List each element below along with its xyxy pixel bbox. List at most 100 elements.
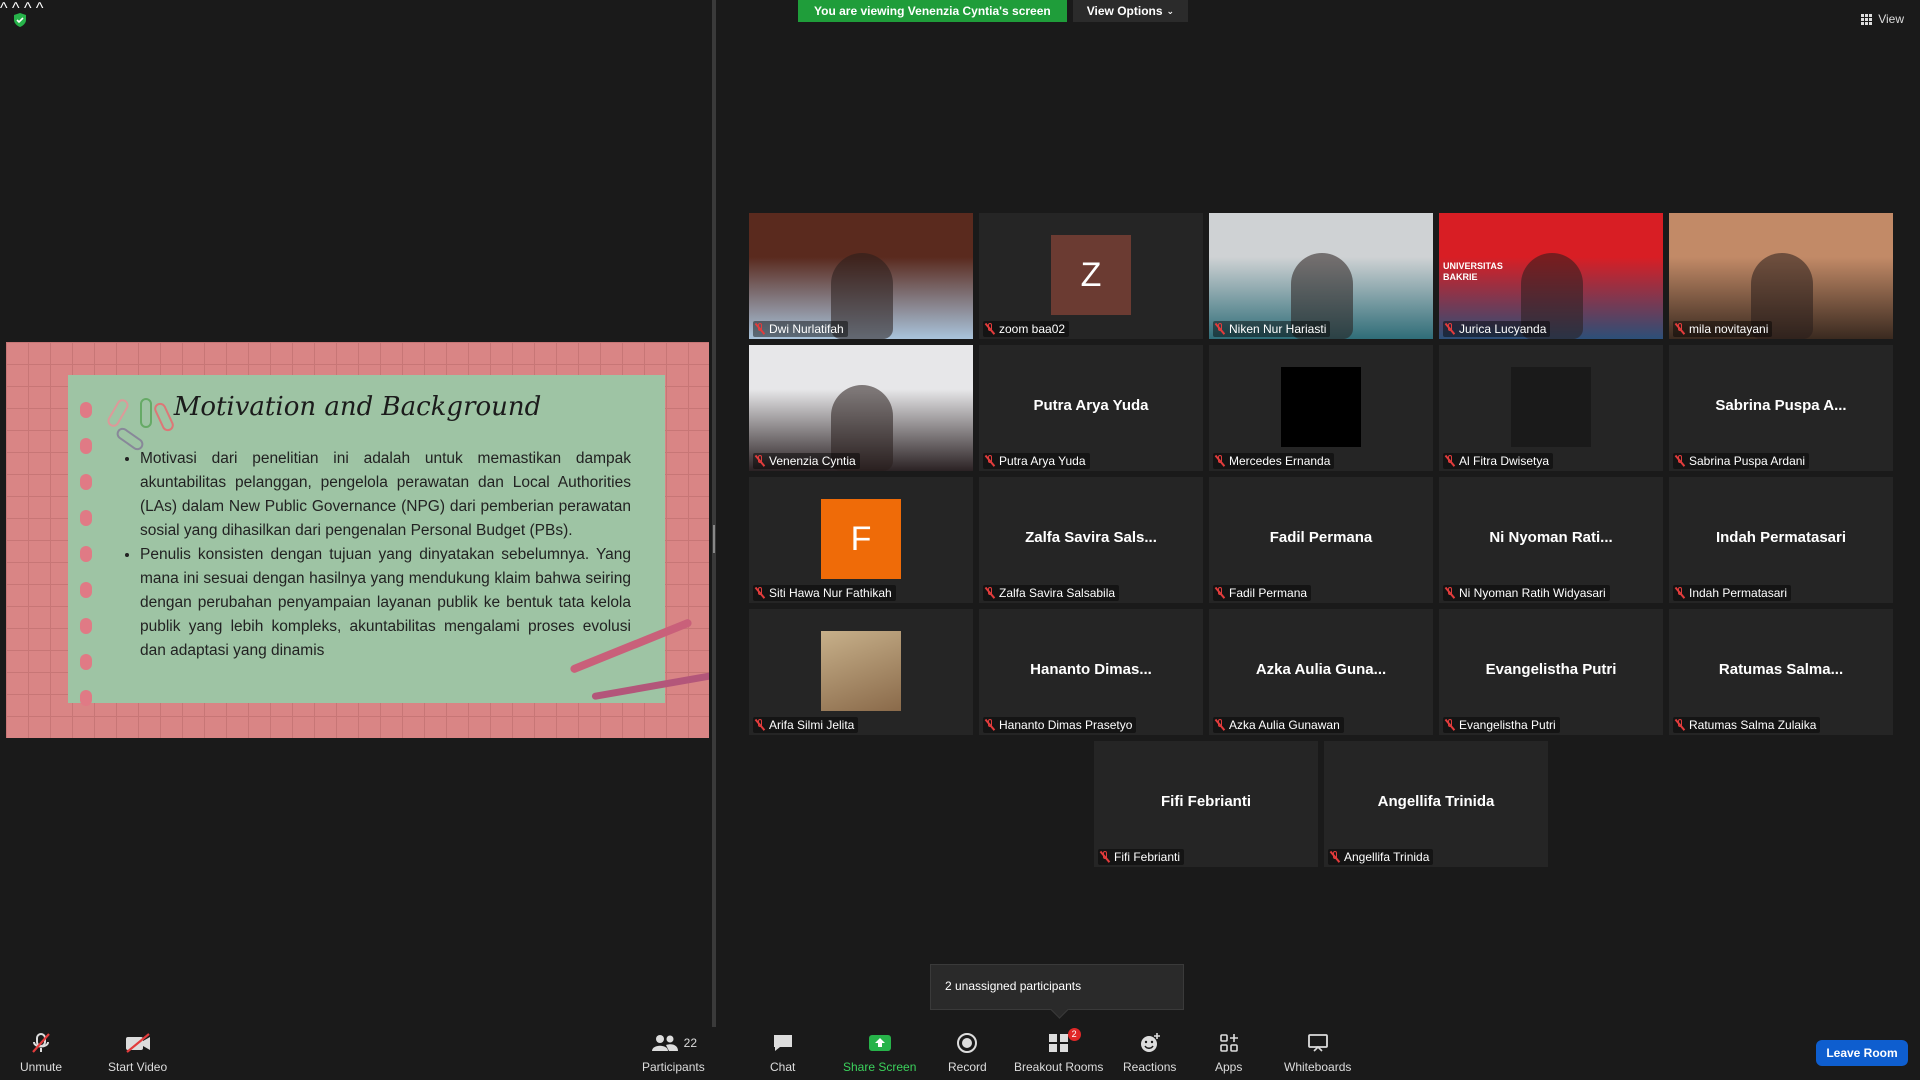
participant-name-label: Al Fitra Dwisetya bbox=[1443, 453, 1554, 469]
participant-tile[interactable]: Ratumas Salma... Ratumas Salma Zulaika bbox=[1669, 609, 1893, 735]
reactions-button[interactable]: Reactions bbox=[1123, 1032, 1176, 1074]
view-options-button[interactable]: View Options ⌄ bbox=[1072, 0, 1189, 22]
participant-name: Venenzia Cyntia bbox=[769, 454, 856, 468]
participant-tile[interactable]: Indah Permatasari Indah Permatasari bbox=[1669, 477, 1893, 603]
breakout-rooms-button[interactable]: 2 Breakout Rooms bbox=[1014, 1028, 1104, 1074]
participant-tile[interactable]: mila novitayani bbox=[1669, 213, 1893, 339]
view-label: View bbox=[1878, 12, 1904, 26]
share-options-caret[interactable]: ^ bbox=[36, 0, 44, 17]
participant-tile[interactable]: Venenzia Cyntia bbox=[749, 345, 973, 471]
microphone-muted-icon bbox=[1215, 323, 1225, 335]
participant-display-name: Zalfa Savira Sals... bbox=[1025, 529, 1157, 546]
chevron-down-icon: ⌄ bbox=[1166, 6, 1175, 16]
participant-name-label: Arifa Silmi Jelita bbox=[753, 717, 859, 733]
screen-share-banner: You are viewing Venenzia Cyntia's screen… bbox=[798, 0, 1189, 22]
participant-tile[interactable]: Hananto Dimas... Hananto Dimas Prasetyo bbox=[979, 609, 1203, 735]
participants-button[interactable]: 22 Participants bbox=[642, 1032, 705, 1074]
participant-display-name: Ni Nyoman Rati... bbox=[1489, 529, 1613, 546]
participant-tile[interactable]: Angellifa Trinida Angellifa Trinida bbox=[1324, 741, 1548, 867]
microphone-muted-icon bbox=[1675, 587, 1685, 599]
participants-icon: 22 bbox=[650, 1032, 697, 1054]
microphone-muted-icon bbox=[755, 323, 765, 335]
participant-tile[interactable]: Evangelistha Putri Evangelistha Putri bbox=[1439, 609, 1663, 735]
chat-button[interactable]: Chat bbox=[770, 1032, 795, 1074]
whiteboards-button[interactable]: Whiteboards bbox=[1284, 1032, 1351, 1074]
leave-room-button[interactable]: Leave Room bbox=[1816, 1040, 1908, 1066]
slide-bullet: Penulis konsisten dengan tujuan yang din… bbox=[140, 543, 631, 663]
microphone-muted-icon bbox=[985, 323, 995, 335]
share-screen-label: Share Screen bbox=[843, 1060, 917, 1074]
whiteboards-label: Whiteboards bbox=[1284, 1060, 1352, 1074]
microphone-muted-icon bbox=[29, 1032, 53, 1054]
participant-name: Sabrina Puspa Ardani bbox=[1689, 454, 1806, 468]
split-divider[interactable] bbox=[712, 0, 716, 1027]
participant-tile[interactable]: Sabrina Puspa A... Sabrina Puspa Ardani bbox=[1669, 345, 1893, 471]
participant-tile[interactable]: UNIVERSITAS BAKRIE Jurica Lucyanda bbox=[1439, 213, 1663, 339]
participant-display-name: Indah Permatasari bbox=[1715, 529, 1847, 546]
participant-tile[interactable]: F Siti Hawa Nur Fathikah bbox=[749, 477, 973, 603]
microphone-muted-icon bbox=[755, 455, 765, 467]
participant-tile[interactable]: Al Fitra Dwisetya bbox=[1439, 345, 1663, 471]
participant-tile[interactable]: Putra Arya Yuda Putra Arya Yuda bbox=[979, 345, 1203, 471]
breakout-rooms-icon: 2 bbox=[1047, 1028, 1081, 1054]
microphone-muted-icon bbox=[1330, 851, 1340, 863]
participant-tile[interactable]: Azka Aulia Guna... Azka Aulia Gunawan bbox=[1209, 609, 1433, 735]
participant-name-label: Niken Nur Hariasti bbox=[1213, 321, 1331, 337]
apps-icon bbox=[1218, 1032, 1240, 1054]
view-button[interactable]: View bbox=[1861, 12, 1904, 26]
participant-tile[interactable]: Ni Nyoman Rati... Ni Nyoman Ratih Widyasa… bbox=[1439, 477, 1663, 603]
participant-name-label: Jurica Lucyanda bbox=[1443, 321, 1551, 337]
participant-name-label: zoom baa02 bbox=[983, 321, 1070, 337]
participant-name: Fadil Permana bbox=[1229, 586, 1308, 600]
participant-name-label: Zalfa Savira Salsabila bbox=[983, 585, 1120, 601]
participant-name: Al Fitra Dwisetya bbox=[1459, 454, 1550, 468]
participant-name-label: Fifi Febrianti bbox=[1098, 849, 1185, 865]
participant-tile[interactable]: Zzoom baa02 bbox=[979, 213, 1203, 339]
whiteboard-icon bbox=[1306, 1032, 1330, 1054]
participant-display-name: Ratumas Salma... bbox=[1718, 661, 1844, 678]
microphone-muted-icon bbox=[1675, 323, 1685, 335]
participant-name: Niken Nur Hariasti bbox=[1229, 322, 1327, 336]
divider-handle[interactable] bbox=[713, 525, 715, 553]
participant-display-name: Putra Arya Yuda bbox=[1033, 397, 1149, 414]
security-shield-icon[interactable] bbox=[12, 12, 28, 28]
unmute-label: Unmute bbox=[20, 1060, 63, 1074]
participant-name-label: mila novitayani bbox=[1673, 321, 1773, 337]
participant-display-name: Sabrina Puspa A... bbox=[1715, 397, 1847, 414]
microphone-muted-icon bbox=[1445, 587, 1455, 599]
blank-avatar bbox=[1511, 367, 1591, 447]
participant-display-name: Azka Aulia Guna... bbox=[1255, 661, 1387, 678]
breakout-rooms-label: Breakout Rooms bbox=[1014, 1060, 1104, 1074]
participant-name-label: Indah Permatasari bbox=[1673, 585, 1792, 601]
audio-options-caret[interactable]: ^ bbox=[0, 0, 8, 17]
participant-tile[interactable]: Zalfa Savira Sals... Zalfa Savira Salsabi… bbox=[979, 477, 1203, 603]
participant-name: Putra Arya Yuda bbox=[999, 454, 1086, 468]
chat-bubble-icon bbox=[771, 1032, 795, 1054]
participant-tile[interactable]: Mercedes Ernanda bbox=[1209, 345, 1433, 471]
participant-tile[interactable]: Niken Nur Hariasti bbox=[1209, 213, 1433, 339]
record-button[interactable]: Record bbox=[948, 1032, 987, 1074]
share-screen-button[interactable]: Share Screen bbox=[843, 1032, 916, 1074]
participant-tile[interactable]: Dwi Nurlatifah bbox=[749, 213, 973, 339]
participant-name: Fifi Febrianti bbox=[1114, 850, 1181, 864]
microphone-muted-icon bbox=[985, 587, 995, 599]
unassigned-participants-tooltip: 2 unassigned participants bbox=[930, 964, 1184, 1010]
unmute-button[interactable]: Unmute bbox=[20, 1032, 62, 1074]
slide-bullet: Motivasi dari penelitian ini adalah untu… bbox=[140, 447, 631, 543]
microphone-muted-icon bbox=[1100, 851, 1110, 863]
participant-name: Zalfa Savira Salsabila bbox=[999, 586, 1116, 600]
participant-name-label: Putra Arya Yuda bbox=[983, 453, 1090, 469]
participant-name-label: Siti Hawa Nur Fathikah bbox=[753, 585, 896, 601]
apps-label: Apps bbox=[1215, 1060, 1243, 1074]
start-video-label: Start Video bbox=[108, 1060, 168, 1074]
participant-tile[interactable]: Fadil Permana Fadil Permana bbox=[1209, 477, 1433, 603]
participant-tile[interactable]: Fifi Febrianti Fifi Febrianti bbox=[1094, 741, 1318, 867]
participant-name-label: Evangelistha Putri bbox=[1443, 717, 1560, 733]
chat-label: Chat bbox=[770, 1060, 796, 1074]
participant-tile[interactable]: Arifa Silmi Jelita bbox=[749, 609, 973, 735]
start-video-button[interactable]: Start Video bbox=[108, 1032, 167, 1074]
participant-name-label: Mercedes Ernanda bbox=[1213, 453, 1335, 469]
apps-button[interactable]: Apps bbox=[1215, 1032, 1242, 1074]
participants-count: 22 bbox=[683, 1036, 698, 1050]
participant-name: Arifa Silmi Jelita bbox=[769, 718, 855, 732]
